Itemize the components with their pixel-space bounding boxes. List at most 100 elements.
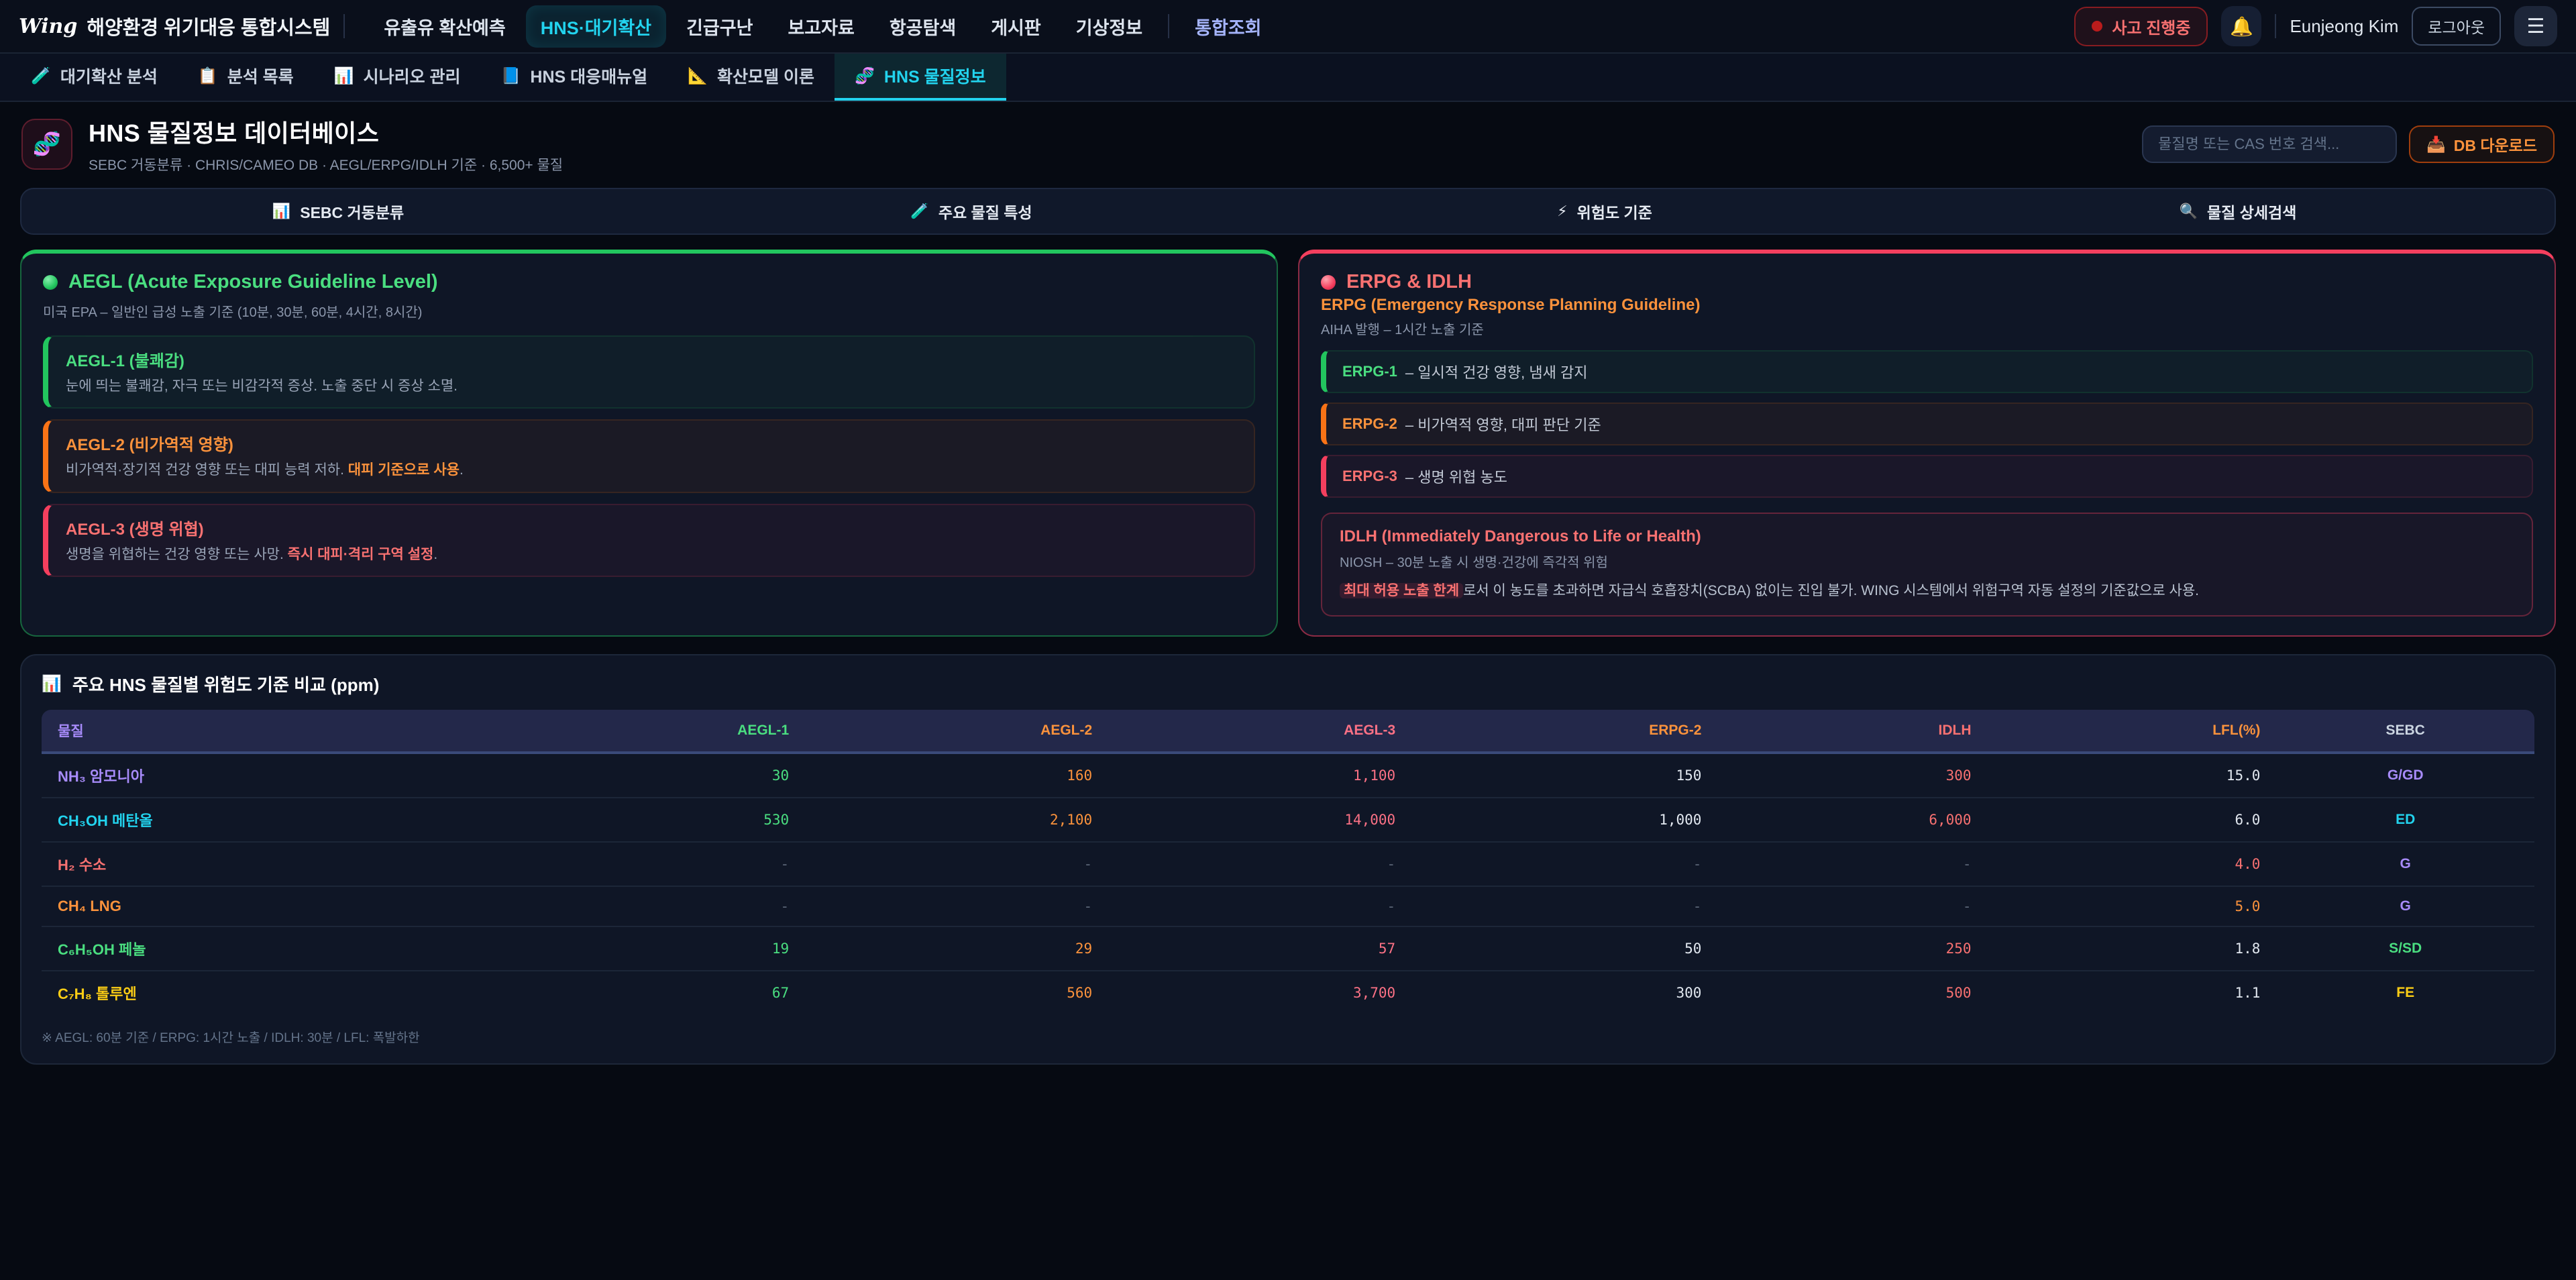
db-download-button[interactable]: 📥 DB 다운로드 [2409, 125, 2555, 163]
erpg-heading: ERPG (Emergency Response Planning Guidel… [1321, 296, 2533, 315]
tab-label: HNS 대응매뉴얼 [530, 64, 647, 88]
red-dot-icon [1321, 275, 1336, 290]
wing-logo-mark: Wing [19, 15, 77, 38]
subnav-sebc-classification[interactable]: 📊 SEBC 거동분류 [21, 189, 655, 233]
table-row-phenol[interactable]: C₆H₅OH 페놀 19 29 57 50 250 1.8 S/SD [42, 926, 2534, 971]
subnav-key-properties[interactable]: 🧪 주요 물질 특성 [655, 189, 1288, 233]
col-aegl3[interactable]: AEGL-3 [1108, 710, 1411, 753]
col-lfl[interactable]: LFL(%) [1988, 710, 2277, 753]
nav-item-board[interactable]: 게시판 [976, 5, 1056, 48]
aegl-card: AEGL (Acute Exposure Guideline Level) 미국… [20, 250, 1278, 637]
incident-status-badge[interactable]: 사고 진행중 [2074, 7, 2208, 46]
top-navbar: Wing 해양환경 위기대응 통합시스템 유출유 확산예측 HNS·대기확산 긴… [0, 0, 2576, 54]
col-erpg2[interactable]: ERPG-2 [1411, 710, 1717, 753]
aegl-1-label: AEGL-1 (불쾌감) [66, 348, 1236, 371]
bar-chart-icon: 📊 [42, 674, 62, 694]
module-tab-bar: 🧪 대기확산 분석 📋 분석 목록 📊 시나리오 관리 📘 HNS 대응매뉴얼 … [0, 54, 2576, 102]
section-subnav: 📊 SEBC 거동분류 🧪 주요 물질 특성 ⚡ 위험도 기준 🔍 물질 상세검… [20, 188, 2556, 235]
navbar-right-cluster: 사고 진행중 🔔 Eunjeong Kim 로그아웃 ☰ [2074, 6, 2557, 46]
page-title: HNS 물질정보 데이터베이스 [89, 114, 563, 149]
aegl-2-item: AEGL-2 (비가역적 영향) 비가역적·장기적 건강 영향 또는 대피 능력… [43, 419, 1255, 492]
app-logo[interactable]: Wing 해양환경 위기대응 통합시스템 [19, 12, 330, 40]
tab-label: 대기확산 분석 [60, 64, 158, 88]
aegl-3-item: AEGL-3 (생명 위협) 생명을 위협하는 건강 영향 또는 사망. 즉시 … [43, 504, 1255, 577]
nav-item-aerial-search[interactable]: 항공탐색 [875, 5, 971, 48]
page-header: 🧬 HNS 물질정보 데이터베이스 SEBC 거동분류 · CHRIS/CAME… [0, 102, 2576, 185]
tab-scenario-management[interactable]: 📊 시나리오 관리 [314, 54, 481, 101]
table-row-lng[interactable]: CH₄ LNG - - - - - 5.0 G [42, 886, 2534, 926]
table-title: 📊 주요 HNS 물질별 위험도 기준 비교 (ppm) [42, 672, 2534, 696]
table-row-methanol[interactable]: CH₃OH 메탄올 530 2,100 14,000 1,000 6,000 6… [42, 798, 2534, 842]
dna-icon: 🧬 [21, 119, 72, 170]
logout-button[interactable]: 로그아웃 [2412, 7, 2501, 46]
tab-dispersion-model-theory[interactable]: 📐 확산모델 이론 [667, 54, 835, 101]
table-row-ammonia[interactable]: NH₃ 암모니아 30 160 1,100 150 300 15.0 G/GD [42, 753, 2534, 798]
subnav-detail-search[interactable]: 🔍 물질 상세검색 [1921, 189, 2555, 233]
tab-label: 분석 목록 [227, 64, 294, 88]
hamburger-menu-button[interactable]: ☰ [2514, 6, 2557, 46]
table-row-toluene[interactable]: C₇H₈ 톨루엔 67 560 3,700 300 500 1.1 FE [42, 971, 2534, 1014]
table-row-hydrogen[interactable]: H₂ 수소 - - - - - 4.0 G [42, 842, 2534, 886]
incident-dot-icon [2092, 21, 2102, 32]
tab-hns-substance-info[interactable]: 🧬 HNS 물질정보 [835, 54, 1006, 101]
erpg-subtitle: AIHA 발행 – 1시간 노출 기준 [1321, 319, 2533, 338]
bell-icon: 🔔 [2230, 15, 2253, 38]
nav-item-weather-info[interactable]: 기상정보 [1061, 5, 1157, 48]
aegl-1-desc: 눈에 띄는 불쾌감, 자극 또는 비감각적 증상. 노출 중단 시 증상 소멸. [66, 376, 1236, 396]
dna-icon: 🧬 [855, 66, 875, 86]
test-tube-icon: 🧪 [31, 66, 51, 86]
col-substance[interactable]: 물질 [42, 710, 502, 753]
idlh-box: IDLH (Immediately Dangerous to Life or H… [1321, 513, 2533, 617]
hns-substance-db-page: Wing 해양환경 위기대응 통합시스템 유출유 확산예측 HNS·대기확산 긴… [0, 0, 2576, 1280]
erpg-idlh-card: ERPG & IDLH ERPG (Emergency Response Pla… [1298, 250, 2556, 637]
col-idlh[interactable]: IDLH [1717, 710, 1987, 753]
table-footnote: ※ AEGL: 60분 기준 / ERPG: 1시간 노출 / IDLH: 30… [42, 1028, 2534, 1046]
tab-analysis-list[interactable]: 📋 분석 목록 [178, 54, 314, 101]
tab-label: HNS 물질정보 [884, 64, 986, 88]
tab-dispersion-analysis[interactable]: 🧪 대기확산 분석 [11, 54, 178, 101]
erpg-2-text: – 비가역적 영향, 대피 판단 기준 [1405, 413, 1601, 435]
subnav-label: 주요 물질 특성 [938, 200, 1032, 223]
tab-hns-response-manual[interactable]: 📘 HNS 대응매뉴얼 [481, 54, 668, 101]
test-tube-icon: 🧪 [910, 203, 928, 220]
aegl-card-subtitle: 미국 EPA – 일반인 급성 노출 기준 (10분, 30분, 60분, 4시… [43, 301, 1255, 321]
magnifier-icon: 🔍 [2180, 203, 2198, 220]
nav-item-emergency-rescue[interactable]: 긴급구난 [672, 5, 767, 48]
lightning-icon: ⚡ [1557, 203, 1567, 220]
table-header-row: 물질 AEGL-1 AEGL-2 AEGL-3 ERPG-2 IDLH LFL(… [42, 710, 2534, 753]
inbox-tray-icon: 📥 [2426, 136, 2446, 154]
incident-label: 사고 진행중 [2112, 15, 2190, 38]
substance-search-input[interactable] [2142, 125, 2397, 163]
page-header-actions: 📥 DB 다운로드 [2142, 125, 2555, 163]
bar-chart-icon: 📊 [272, 203, 290, 220]
divider [2275, 14, 2276, 38]
divider [343, 14, 345, 38]
user-name: Eunjeong Kim [2290, 16, 2398, 37]
hns-comparison-table-card: 📊 주요 HNS 물질별 위험도 기준 비교 (ppm) 물질 AEGL-1 A… [20, 654, 2556, 1065]
col-aegl2[interactable]: AEGL-2 [805, 710, 1108, 753]
main-navigation: 유출유 확산예측 HNS·대기확산 긴급구난 보고자료 항공탐색 게시판 기상정… [369, 5, 1276, 48]
col-aegl1[interactable]: AEGL-1 [502, 710, 805, 753]
subnav-risk-criteria[interactable]: ⚡ 위험도 기준 [1288, 189, 1921, 233]
hamburger-icon: ☰ [2527, 15, 2545, 38]
triangle-ruler-icon: 📐 [688, 66, 708, 86]
erpg-card-title: ERPG & IDLH [1346, 271, 1472, 293]
idlh-title: IDLH (Immediately Dangerous to Life or H… [1340, 527, 2514, 546]
idlh-subtitle: NIOSH – 30분 노출 시 생명·건강에 즉각적 위험 [1340, 551, 2514, 571]
notifications-button[interactable]: 🔔 [2221, 6, 2261, 46]
idlh-highlight: 최대 허용 노출 한계 [1340, 583, 1463, 598]
nav-item-integrated-search[interactable]: 통합조회 [1180, 5, 1276, 48]
nav-item-reports[interactable]: 보고자료 [773, 5, 869, 48]
col-sebc[interactable]: SEBC [2276, 710, 2534, 753]
aegl-2-label: AEGL-2 (비가역적 영향) [66, 431, 1236, 455]
hns-risk-comparison-table: 물질 AEGL-1 AEGL-2 AEGL-3 ERPG-2 IDLH LFL(… [42, 710, 2534, 1014]
system-title: 해양환경 위기대응 통합시스템 [87, 12, 330, 40]
aegl-3-label: AEGL-3 (생명 위협) [66, 516, 1236, 539]
aegl-card-title: AEGL (Acute Exposure Guideline Level) [68, 271, 438, 293]
nav-item-oil-spill-forecast[interactable]: 유출유 확산예측 [369, 5, 520, 48]
erpg-3-text: – 생명 위협 농도 [1405, 466, 1507, 487]
aegl-3-desc: 생명을 위협하는 건강 영향 또는 사망. 즉시 대피·격리 구역 설정. [66, 545, 1236, 565]
aegl-1-item: AEGL-1 (불쾌감) 눈에 띄는 불쾌감, 자극 또는 비감각적 증상. 노… [43, 335, 1255, 409]
nav-item-hns-dispersion[interactable]: HNS·대기확산 [526, 5, 666, 48]
idlh-description: 최대 허용 노출 한계로서 이 농도를 초과하면 자급식 호흡장치(SCBA) … [1340, 580, 2514, 602]
